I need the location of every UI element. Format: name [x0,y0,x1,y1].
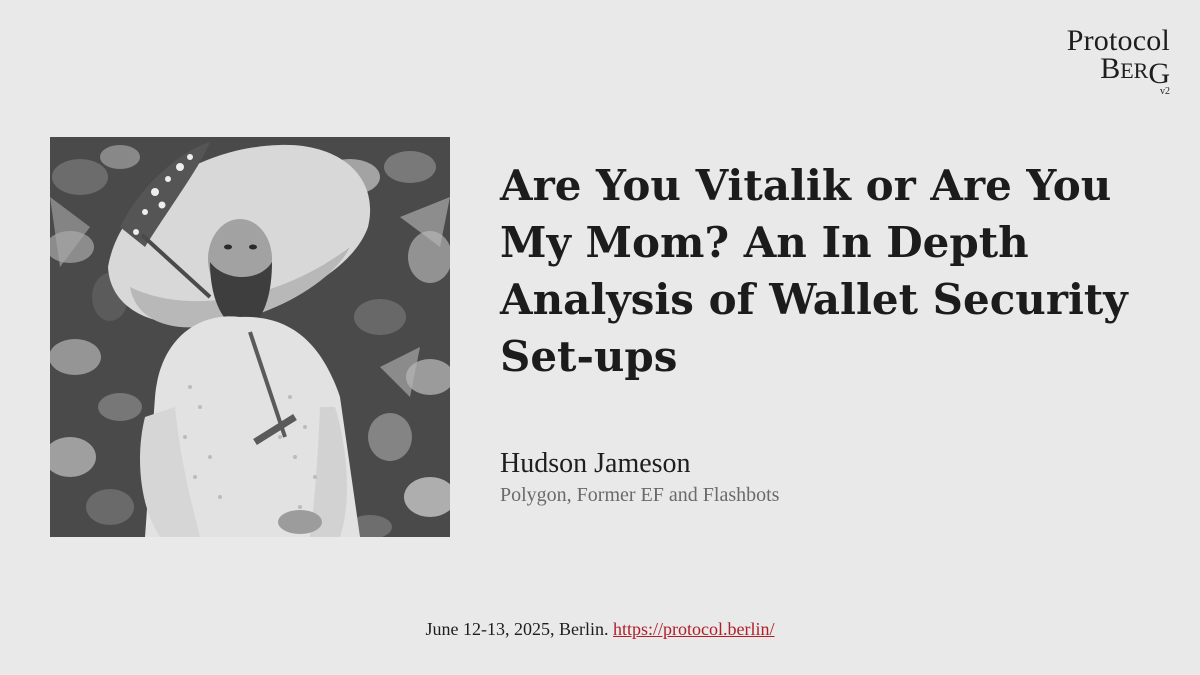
speaker-affiliation: Polygon, Former EF and Flashbots [500,484,780,506]
speaker-name: Hudson Jameson [500,448,691,479]
logo-version: v2 [1160,86,1170,97]
logo-wordmark-berg: BERG [1100,52,1170,89]
event-date-location: June 12-13, 2025, Berlin. [425,619,609,639]
footer: June 12-13, 2025, Berlin. https://protoc… [0,618,1200,640]
event-website-link[interactable]: https://protocol.berlin/ [613,619,774,639]
logo-letter-b: B [1100,52,1121,85]
logo-letters-er: ER [1120,58,1149,83]
speaker-photo [50,137,450,537]
protocol-berg-logo: Protocol BERG v2 [1040,26,1170,100]
talk-title: Are You Vitalik or Are You My Mom? An In… [500,161,1128,381]
